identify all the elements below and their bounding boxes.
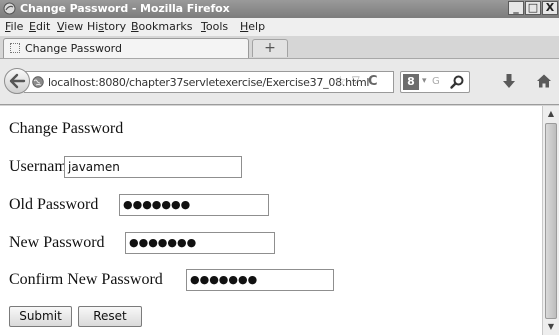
firefox-icon [3, 2, 16, 15]
menu-bookmarks[interactable]: Bookmarks [131, 20, 192, 33]
page-content: Change Password Username javamen Old Pas… [0, 106, 542, 335]
back-button[interactable] [4, 68, 30, 94]
page-icon [10, 43, 20, 53]
search-bar[interactable]: 8 ▾ G [400, 71, 470, 93]
scroll-thumb[interactable] [545, 123, 557, 319]
menu-help[interactable]: Help [240, 20, 265, 33]
page-heading: Change Password [9, 120, 124, 137]
vertical-scrollbar[interactable]: ▲ ▼ [542, 106, 559, 335]
new-tab-button[interactable]: + [252, 39, 288, 57]
bookmark-star-icon[interactable]: ☆ [334, 74, 347, 90]
scroll-up-arrow-icon[interactable]: ▲ [543, 106, 559, 122]
tab-title: Change Password [25, 42, 122, 55]
new-password-label: New Password [9, 234, 105, 251]
confirm-password-row: Confirm New Password ●●●●●●● [9, 269, 339, 291]
url-bar[interactable]: localhost:8080/chapter37servletexercise/… [24, 71, 394, 93]
menu-file[interactable]: File [5, 20, 23, 33]
new-password-row: New Password ●●●●●●● [9, 232, 284, 254]
reload-icon[interactable]: C [368, 74, 378, 89]
globe-icon [32, 76, 44, 88]
search-placeholder: G [432, 76, 440, 87]
reset-button[interactable]: Reset [78, 306, 142, 327]
new-password-field[interactable]: ●●●●●●● [125, 232, 275, 254]
search-icon[interactable] [449, 74, 465, 90]
old-password-row: Old Password ●●●●●●● [9, 194, 279, 216]
menu-edit[interactable]: Edit [29, 20, 50, 33]
close-button[interactable]: X [542, 1, 558, 15]
maximize-button[interactable]: □ [525, 1, 541, 15]
menu-bar: File Edit View History Bookmarks Tools H… [0, 18, 559, 36]
menu-history[interactable]: History [87, 20, 126, 33]
scroll-down-arrow-icon[interactable]: ▼ [543, 319, 559, 335]
username-field[interactable]: javamen [64, 156, 242, 178]
tab-change-password[interactable]: Change Password [3, 38, 249, 58]
old-password-field[interactable]: ●●●●●●● [119, 194, 269, 216]
browser-window: Change Password - Mozilla Firefox _ □ X … [0, 0, 559, 335]
minimize-button[interactable]: _ [508, 1, 524, 15]
search-engine-icon[interactable]: 8 [403, 74, 419, 90]
tab-strip: Change Password + [0, 36, 559, 59]
title-bar: Change Password - Mozilla Firefox _ □ X [0, 0, 559, 18]
url-dropdown-icon[interactable]: ▽ [352, 75, 360, 86]
menu-view[interactable]: View [57, 20, 83, 33]
confirm-password-field[interactable]: ●●●●●●● [186, 269, 334, 291]
menu-tools[interactable]: Tools [201, 20, 228, 33]
username-row: Username javamen [9, 156, 249, 178]
search-engine-dropdown-icon[interactable]: ▾ [422, 76, 427, 86]
submit-button[interactable]: Submit [9, 306, 72, 327]
back-arrow-icon [9, 73, 26, 89]
download-arrow-icon[interactable] [502, 73, 516, 89]
home-icon[interactable] [536, 73, 552, 89]
window-title: Change Password - Mozilla Firefox [20, 2, 230, 15]
old-password-label: Old Password [9, 196, 99, 213]
navigation-bar: localhost:8080/chapter37servletexercise/… [0, 59, 559, 105]
confirm-password-label: Confirm New Password [9, 271, 163, 288]
url-text: localhost:8080/chapter37servletexercise/… [48, 76, 370, 89]
